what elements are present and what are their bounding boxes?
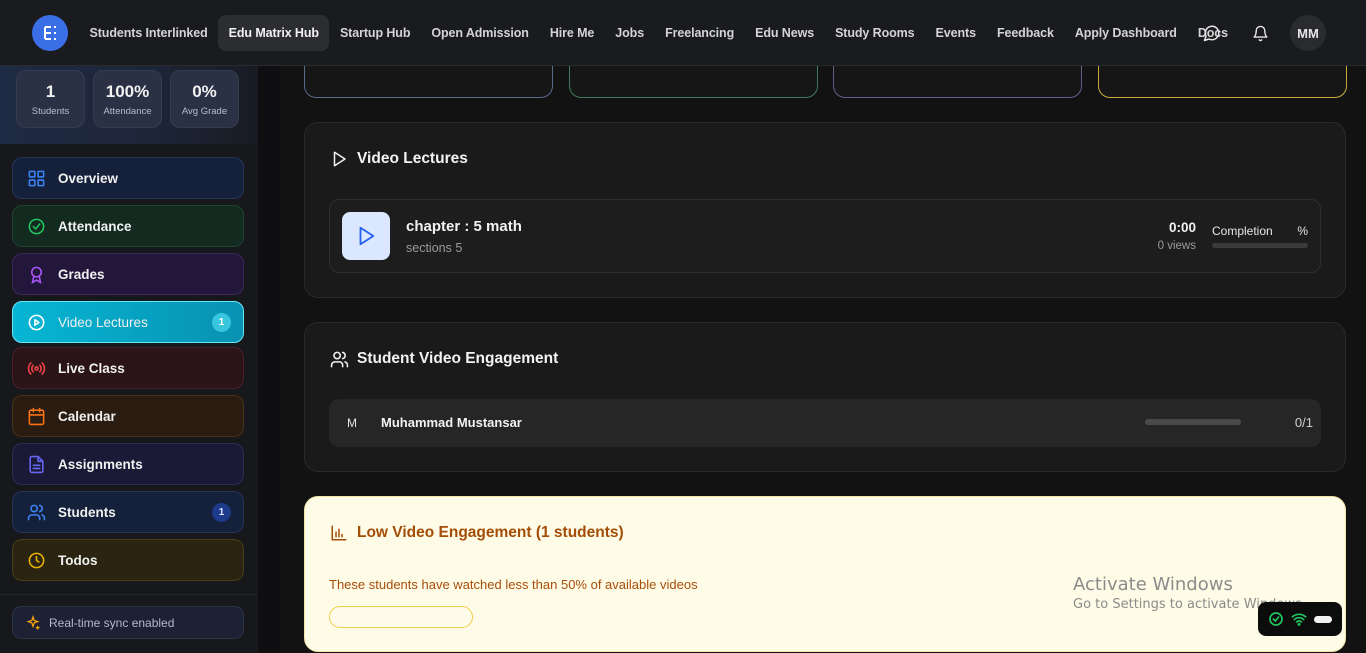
stat-label: Avg Grade (181, 105, 228, 117)
check-circle-icon (25, 215, 47, 237)
panel-title: Video Lectures (329, 149, 468, 169)
system-tray-popup[interactable] (1258, 602, 1342, 636)
stat-value: 0% (192, 81, 217, 101)
sidebar-item-label: Calendar (58, 408, 116, 424)
sidebar-gutter (258, 66, 280, 653)
video-play-button[interactable] (342, 212, 390, 260)
stat-value: 100% (105, 81, 150, 101)
sidebar-item-grades[interactable]: Grades (12, 253, 244, 295)
sync-status: Real-time sync enabled (12, 606, 244, 639)
video-duration: 0:00 (1168, 220, 1196, 235)
sidebar-divider (0, 594, 258, 595)
calendar-icon (25, 405, 47, 427)
stat-students: 1 Students (16, 70, 85, 128)
completion-progress-bar (1212, 243, 1308, 248)
nav-events[interactable]: Events (925, 15, 986, 51)
sidebar-item-assignments[interactable]: Assignments (12, 443, 244, 485)
engagement-panel: Student Video Engagement M Muhammad Must… (304, 322, 1346, 472)
nav-feedback[interactable]: Feedback (986, 15, 1064, 51)
warning-description: These students have watched less than 50… (329, 577, 698, 592)
battery-icon (1314, 615, 1333, 623)
panel-title-text: Video Lectures (357, 150, 468, 167)
sync-text: Real-time sync enabled (49, 615, 175, 630)
play-icon (359, 226, 375, 246)
sidebar-item-calendar[interactable]: Calendar (12, 395, 244, 437)
nav-freelancing[interactable]: Freelancing (655, 15, 745, 51)
student-engagement-row[interactable]: M Muhammad Mustansar 0/1 (329, 399, 1321, 447)
main-content: Video Lectures chapter : 5 math sections… (280, 46, 1366, 653)
logo-icon (44, 26, 56, 40)
bar-chart-icon (329, 523, 349, 543)
student-progress-bar (1145, 419, 1241, 425)
panel-title-text: Student Video Engagement (357, 350, 559, 367)
play-circle-icon (25, 311, 47, 333)
video-lecture-item[interactable]: chapter : 5 math sections 5 0:00 0 views… (329, 199, 1321, 273)
sidebar-item-label: Grades (58, 266, 105, 282)
main-nav: Students Interlinked Edu Matrix Hub Star… (79, 15, 1238, 51)
bell-icon[interactable] (1249, 22, 1271, 44)
sidebar-item-students[interactable]: Students 1 (12, 491, 244, 533)
sidebar-item-label: Todos (58, 552, 98, 568)
stats-summary: 1 Students 100% Attendance 0% Avg Grade (0, 66, 258, 144)
sidebar-item-label: Assignments (58, 456, 143, 472)
stat-label: Attendance (103, 105, 152, 117)
student-watch-count: 0/1 (1294, 415, 1313, 430)
sidebar-item-todos[interactable]: Todos (12, 539, 244, 581)
student-initial: M (347, 416, 357, 430)
file-text-icon (25, 453, 47, 475)
award-icon (25, 263, 47, 285)
nav-edu-matrix-hub[interactable]: Edu Matrix Hub (218, 15, 330, 51)
student-name: Muhammad Mustansar (381, 415, 522, 430)
users-icon (329, 349, 349, 369)
app-logo[interactable] (32, 15, 68, 51)
completion-label: Completion (1212, 224, 1273, 238)
sidebar-item-attendance[interactable]: Attendance (12, 205, 244, 247)
warning-title-text: Low Video Engagement (1 students) (357, 524, 624, 541)
sidebar-item-label: Live Class (58, 360, 125, 376)
nav-hire-me[interactable]: Hire Me (539, 15, 604, 51)
stat-value: 1 (45, 81, 56, 101)
nav-startup-hub[interactable]: Startup Hub (329, 15, 420, 51)
message-icon[interactable] (1201, 22, 1223, 44)
completion-percent: % (1297, 224, 1308, 238)
sidebar-item-label: Video Lectures (58, 314, 148, 330)
stat-attendance: 100% Attendance (93, 70, 162, 128)
sidebar-item-label: Attendance (58, 218, 132, 234)
watermark-line-1: Activate Windows (1073, 574, 1233, 595)
students-count-badge: 1 (212, 503, 231, 522)
sidebar: 1 Students 100% Attendance 0% Avg Grade … (0, 66, 258, 653)
stat-avg-grade: 0% Avg Grade (170, 70, 239, 128)
nav-apply-dashboard[interactable]: Apply Dashboard (1064, 15, 1187, 51)
video-count-badge: 1 (212, 313, 231, 332)
student-chip[interactable] (329, 606, 473, 628)
check-icon (1268, 611, 1284, 627)
users-icon (25, 501, 47, 523)
sidebar-item-video-lectures[interactable]: Video Lectures 1 (12, 301, 244, 343)
video-lectures-panel: Video Lectures chapter : 5 math sections… (304, 122, 1346, 298)
video-title: chapter : 5 math (406, 218, 522, 235)
panel-title: Student Video Engagement (329, 349, 558, 369)
video-views: 0 views (1157, 240, 1196, 252)
nav-students-interlinked[interactable]: Students Interlinked (79, 15, 218, 51)
nav-edu-news[interactable]: Edu News (745, 15, 825, 51)
sidebar-item-overview[interactable]: Overview (12, 157, 244, 199)
sparkle-icon (25, 614, 41, 631)
sidebar-item-live-class[interactable]: Live Class (12, 347, 244, 389)
sidebar-item-label: Students (58, 504, 116, 520)
wifi-icon (1291, 611, 1307, 627)
grid-icon (25, 167, 47, 189)
video-sections: sections 5 (406, 241, 463, 255)
warning-title: Low Video Engagement (1 students) (329, 523, 624, 543)
sidebar-item-label: Overview (58, 170, 119, 186)
broadcast-icon (25, 357, 47, 379)
play-icon (329, 149, 349, 169)
clock-icon (25, 549, 47, 571)
nav-jobs[interactable]: Jobs (605, 15, 655, 51)
top-navbar: Students Interlinked Edu Matrix Hub Star… (0, 0, 1366, 66)
nav-open-admission[interactable]: Open Admission (421, 15, 539, 51)
nav-study-rooms[interactable]: Study Rooms (825, 15, 925, 51)
user-avatar[interactable]: MM (1290, 15, 1326, 51)
stat-label: Students (31, 105, 70, 117)
